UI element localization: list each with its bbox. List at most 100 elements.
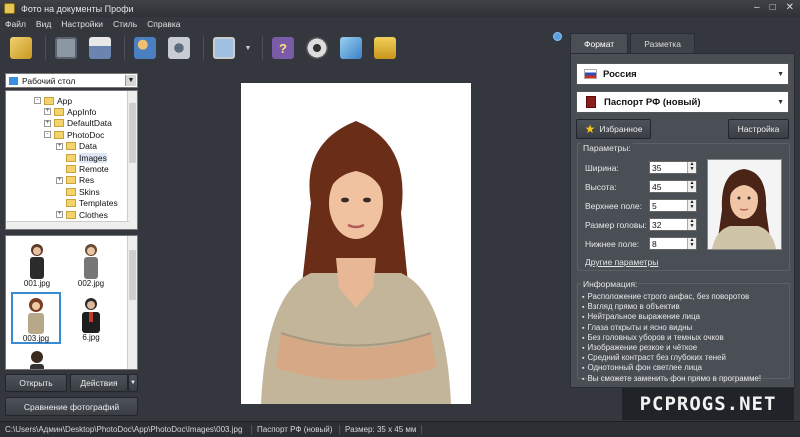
tree-item[interactable]: + Clothes xyxy=(56,209,108,220)
width-field[interactable]: 35 ▲ ▼ xyxy=(649,161,697,174)
open-button[interactable] xyxy=(6,33,36,63)
title-bar: Фото на документы Профи – □ ✕ xyxy=(0,0,800,17)
tree-item-label: Res xyxy=(79,175,95,186)
menu-view[interactable]: Вид xyxy=(36,19,51,29)
compare-photos-button[interactable]: Сравнение фотографий xyxy=(5,397,138,416)
param-top-margin-label: Верхнее поле: xyxy=(585,200,642,211)
tree-item-label: DefaultData xyxy=(67,118,112,129)
document-select[interactable]: Паспорт РФ (новый) ▼ xyxy=(576,91,789,113)
thumbnail-photo xyxy=(82,298,100,333)
tree-item[interactable]: Images xyxy=(56,152,107,163)
other-parameters-link[interactable]: Другие параметры xyxy=(585,257,658,267)
customize-button[interactable]: Настройка xyxy=(728,119,789,139)
save-icon xyxy=(55,37,77,59)
help-button[interactable]: ? xyxy=(268,33,298,63)
country-select[interactable]: Россия ▼ xyxy=(576,63,789,85)
photo-canvas[interactable] xyxy=(241,83,471,404)
info-item: Взгляд прямо в объектив xyxy=(582,302,761,312)
thumbnail-scrollbar[interactable] xyxy=(127,236,137,369)
video-button[interactable] xyxy=(302,33,332,63)
chevron-down-icon[interactable]: ▼ xyxy=(125,75,136,86)
thumbnail-item[interactable]: 6.jpg xyxy=(66,293,116,345)
spin-arrows-icon[interactable]: ▲ ▼ xyxy=(687,238,696,249)
tree-scrollbar[interactable] xyxy=(127,91,137,229)
print-button[interactable] xyxy=(85,33,115,63)
tree-hscrollbar[interactable] xyxy=(6,221,129,229)
favorites-label: Избранное xyxy=(599,124,643,134)
open-file-button[interactable]: Открыть xyxy=(5,374,67,392)
folder-tree[interactable]: - App + AppInfo + DefaultData - PhotoDoc + Data Im… xyxy=(5,90,138,230)
height-field[interactable]: 45 ▲ ▼ xyxy=(649,180,697,193)
folder-icon xyxy=(66,153,76,162)
menu-style[interactable]: Стиль xyxy=(113,19,137,29)
right-tabs: Формат Разметка xyxy=(570,33,697,53)
3d-button[interactable] xyxy=(336,33,366,63)
thumbnail-item[interactable]: 001.jpg xyxy=(12,239,62,291)
tree-item[interactable]: Remote xyxy=(56,163,109,174)
info-list: Расположение строго анфас, без поворотов… xyxy=(582,292,761,384)
spin-arrows-icon[interactable]: ▲ ▼ xyxy=(687,200,696,211)
users-button[interactable] xyxy=(130,33,160,63)
menu-file[interactable]: Файл xyxy=(5,19,26,29)
param-bottom-margin-label: Нижнее поле: xyxy=(585,238,640,249)
thumbnail-item[interactable]: 003.jpg xyxy=(11,292,61,344)
3d-box-icon xyxy=(340,37,362,59)
tree-item[interactable]: + Data xyxy=(56,141,97,152)
menu-bar: Файл Вид Настройки Стиль Справка xyxy=(0,17,800,30)
status-path: C:\Users\Админ\Desktop\PhotoDoc\App\Phot… xyxy=(0,425,252,434)
menu-help[interactable]: Справка xyxy=(147,19,180,29)
tree-item[interactable]: Skins xyxy=(56,186,100,197)
tree-item[interactable]: Templates xyxy=(56,198,118,209)
info-item: Вы сможете заменить фон прямо в программ… xyxy=(582,374,761,384)
expand-icon[interactable]: + xyxy=(44,119,51,127)
collapse-icon[interactable]: - xyxy=(44,131,51,139)
head-size-field[interactable]: 32 ▲ ▼ xyxy=(649,218,697,231)
save-button[interactable] xyxy=(51,33,81,63)
tree-item-label: App xyxy=(57,95,73,106)
collapse-icon[interactable]: - xyxy=(34,97,41,104)
minimize-button[interactable]: – xyxy=(754,3,760,13)
tree-item[interactable]: + AppInfo xyxy=(44,106,96,117)
cart-button[interactable] xyxy=(370,33,400,63)
spin-arrows-icon[interactable]: ▲ ▼ xyxy=(687,162,696,173)
tree-item[interactable]: - PhotoDoc xyxy=(44,129,104,140)
tree-item[interactable]: - App xyxy=(34,95,72,106)
print-icon xyxy=(89,37,111,59)
thumbnail-item[interactable] xyxy=(12,346,62,369)
thumbnail-item[interactable]: 002.jpg xyxy=(66,239,116,291)
info-item: Расположение строго анфас, без поворотов xyxy=(582,292,761,302)
expand-icon[interactable]: + xyxy=(56,142,63,150)
menu-settings[interactable]: Настройки xyxy=(61,19,103,29)
top-margin-field[interactable]: 5 ▲ ▼ xyxy=(649,199,697,212)
head-size-value: 32 xyxy=(652,219,662,230)
open-icon xyxy=(10,37,32,59)
param-height-label: Высота: xyxy=(585,181,617,192)
display-dropdown[interactable]: ▼ xyxy=(243,33,253,63)
parameters-title: Параметры: xyxy=(581,143,633,153)
actions-button[interactable]: Действия xyxy=(70,374,128,392)
tree-item[interactable]: + Res xyxy=(56,175,94,186)
maximize-button[interactable]: □ xyxy=(770,3,776,13)
display-button[interactable] xyxy=(209,33,239,63)
window-title: Фото на документы Профи xyxy=(21,3,134,14)
settings-icon[interactable] xyxy=(553,32,562,41)
tab-format[interactable]: Формат xyxy=(570,33,629,53)
status-size: Размер: 35 x 45 мм xyxy=(340,425,423,434)
actions-dropdown[interactable]: ▼ xyxy=(128,374,138,392)
expand-icon[interactable]: + xyxy=(56,176,63,184)
spin-arrows-icon[interactable]: ▲ ▼ xyxy=(687,181,696,192)
folder-select[interactable]: Рабочий стол ▼ xyxy=(5,73,138,88)
tab-markup[interactable]: Разметка xyxy=(630,33,695,53)
expand-icon[interactable]: + xyxy=(56,211,63,218)
tree-item[interactable]: + DefaultData xyxy=(44,118,112,129)
expand-icon[interactable]: + xyxy=(44,108,51,116)
desktop-icon xyxy=(9,76,18,85)
camera-button[interactable] xyxy=(164,33,194,63)
info-item: Нейтральное выражение лица xyxy=(582,312,761,322)
bottom-margin-field[interactable]: 8 ▲ ▼ xyxy=(649,237,697,250)
close-button[interactable]: ✕ xyxy=(786,3,794,13)
chevron-down-icon: ▼ xyxy=(777,70,784,78)
status-bar: C:\Users\Админ\Desktop\PhotoDoc\App\Phot… xyxy=(0,421,800,437)
spin-arrows-icon[interactable]: ▲ ▼ xyxy=(687,219,696,230)
favorites-button[interactable]: ★ Избранное xyxy=(576,119,651,139)
